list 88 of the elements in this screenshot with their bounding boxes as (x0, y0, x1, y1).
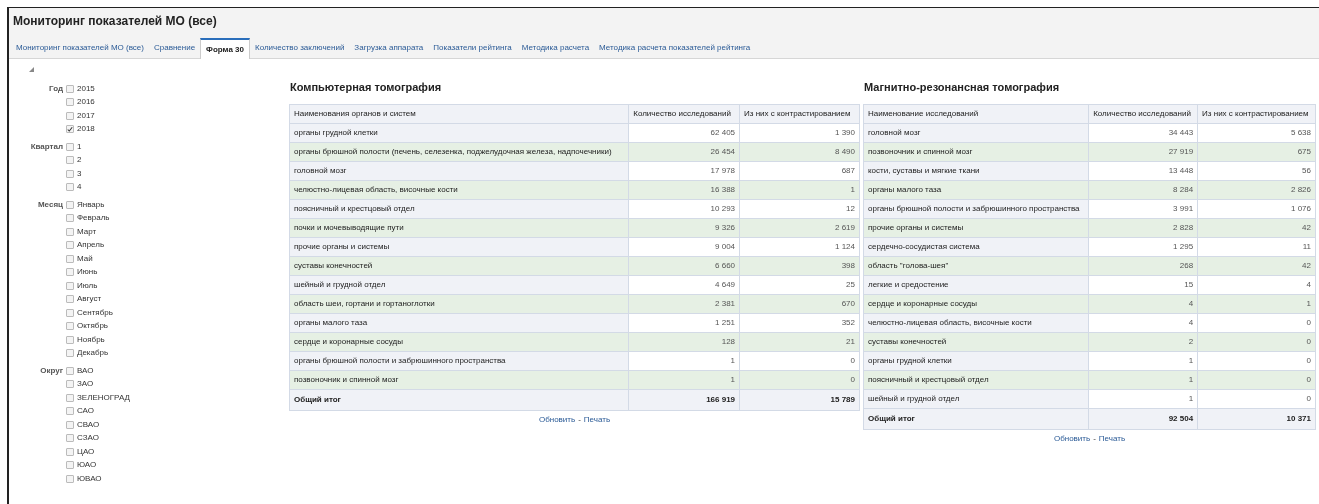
tab[interactable]: Показатели рейтинга (428, 37, 517, 58)
column-header: Количество исследований (1088, 104, 1198, 123)
column-header: Наименования органов и систем (289, 104, 629, 123)
checkbox[interactable] (66, 335, 74, 344)
filter-label: Месяц (37, 200, 63, 209)
checkbox-label: СЗАО (77, 432, 99, 445)
section-title: Компьютерная томография (290, 80, 443, 95)
checkbox[interactable] (66, 322, 74, 331)
tab[interactable]: Сравнение (148, 37, 201, 58)
checkbox[interactable] (66, 111, 74, 120)
column-header: Количество исследований (628, 104, 740, 123)
tab[interactable]: Мониторинг показателей МО (все) (11, 37, 149, 58)
checkbox-label: Январь (77, 198, 105, 211)
checkbox[interactable] (66, 156, 74, 165)
checkbox-label: САО (77, 405, 94, 418)
checkbox[interactable] (66, 254, 74, 263)
checkbox[interactable] (66, 474, 74, 483)
checkbox-label: Апрель (77, 239, 105, 252)
column-header: Из них с контрастированием (1197, 104, 1316, 123)
section-title: Магнитно-резонансная томография (864, 80, 1061, 95)
checkbox[interactable] (66, 461, 74, 470)
checkbox-label: Февраль (77, 212, 110, 225)
checkbox[interactable] (66, 393, 74, 402)
column-header: Наименование исследований (863, 104, 1089, 123)
checkbox[interactable] (66, 281, 74, 290)
checkbox[interactable] (66, 84, 74, 93)
checkbox[interactable] (66, 200, 74, 209)
checkbox-label: Март (77, 225, 97, 238)
filter-label: Округ (40, 366, 63, 375)
checkbox[interactable] (66, 380, 74, 389)
checkbox-label: ЮВАО (77, 472, 102, 485)
tab[interactable]: Форма 30 (200, 38, 250, 59)
checkbox-label: СВАО (77, 418, 100, 431)
table-cell: Общий итог (863, 408, 1089, 429)
link[interactable]: Обновить (1053, 432, 1091, 445)
checkbox-label: Сентябрь (77, 306, 113, 319)
checkbox[interactable] (66, 98, 74, 107)
checkbox[interactable] (66, 447, 74, 456)
tab[interactable]: Количество заключений (250, 37, 350, 58)
checkbox-label: 2018 (77, 123, 95, 136)
separator-text: - (578, 413, 581, 426)
checkbox[interactable] (66, 169, 74, 178)
checkbox[interactable] (66, 214, 74, 223)
checkbox-label: ЦАО (77, 445, 95, 458)
checkbox-label: ЗЕЛЕНОГРАД (77, 391, 130, 404)
checkbox[interactable] (66, 125, 74, 134)
checkbox[interactable] (66, 142, 74, 151)
checkbox[interactable] (66, 241, 74, 250)
checkbox[interactable] (66, 349, 74, 358)
checkbox[interactable] (66, 366, 74, 375)
checkbox[interactable] (66, 227, 74, 236)
checkbox-label: 3 (77, 167, 82, 180)
link[interactable]: Печать (1098, 432, 1126, 445)
window-title: Мониторинг показателей МО (все) (13, 13, 217, 30)
filter-label: Год (49, 84, 63, 93)
tab[interactable]: Методика расчета (516, 37, 595, 58)
checkbox-label: Декабрь (77, 347, 109, 360)
checkbox-label: Июнь (77, 266, 98, 279)
checkbox-label: Ноябрь (77, 333, 105, 346)
checkbox[interactable] (66, 183, 74, 192)
checkbox-label: 2 (77, 154, 82, 167)
checkbox-label: ВАО (77, 364, 94, 377)
link[interactable]: Печать (583, 413, 611, 426)
checkbox-label: Май (77, 252, 93, 265)
checkbox-label: 2015 (77, 82, 95, 95)
checkbox[interactable] (66, 268, 74, 277)
checkbox-label: 1 (77, 140, 82, 153)
tab[interactable]: Загрузка аппарата (349, 37, 429, 58)
checkbox-label: 2016 (77, 96, 95, 109)
column-header: Из них с контрастированием (739, 104, 860, 123)
checkbox-label: 4 (77, 181, 82, 194)
collapse-icon[interactable] (29, 67, 34, 72)
checkbox[interactable] (66, 407, 74, 416)
checkbox-label: Октябрь (77, 320, 108, 333)
separator-text: - (1093, 432, 1096, 445)
table-cell: Общий итог (289, 389, 629, 410)
checkbox-label: Август (77, 293, 102, 306)
checkbox-label: Июль (77, 279, 98, 292)
checkbox[interactable] (66, 434, 74, 443)
checkbox-label: ЗАО (77, 378, 94, 391)
tab[interactable]: Методика расчета показателей рейтинга (594, 37, 756, 58)
link[interactable]: Обновить (538, 413, 576, 426)
checkbox-label: ЮАО (77, 459, 97, 472)
checkbox-label: 2017 (77, 109, 95, 122)
checkbox[interactable] (66, 295, 74, 304)
checkbox[interactable] (66, 420, 74, 429)
filter-label: Квартал (30, 142, 63, 151)
checkbox[interactable] (66, 308, 74, 317)
